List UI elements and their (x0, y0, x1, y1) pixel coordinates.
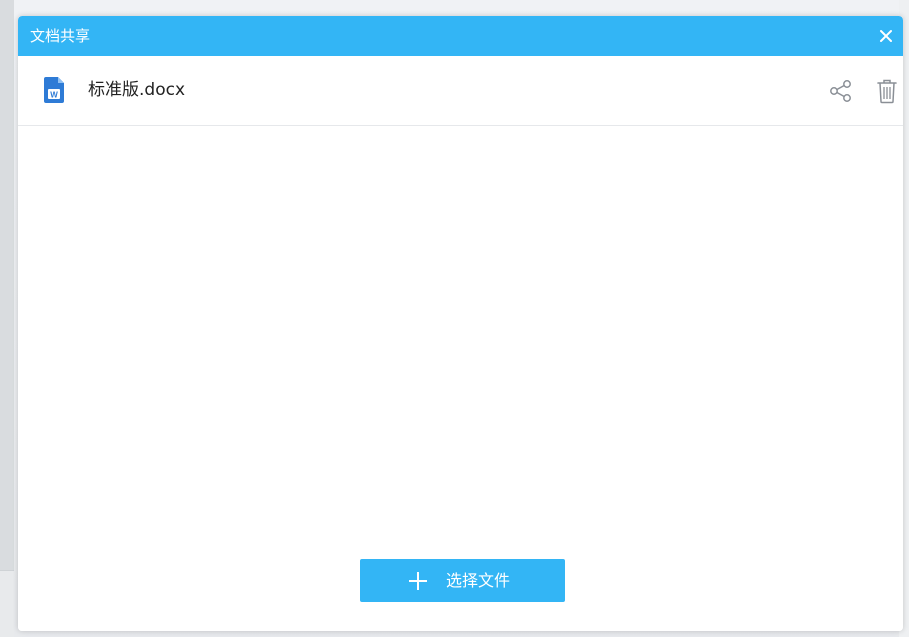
close-button[interactable] (875, 25, 897, 47)
file-name: 标准版.docx (88, 80, 186, 100)
word-badge-letter: W (50, 91, 58, 100)
backdrop-left-panel (0, 0, 14, 637)
plus-icon (409, 572, 427, 590)
dialog-titlebar: 文档共享 (18, 16, 903, 56)
backdrop-left-strip (0, 570, 14, 637)
select-file-label: 选择文件 (446, 571, 511, 590)
select-file-button[interactable]: 选择文件 (360, 559, 565, 602)
dialog-title: 文档共享 (30, 27, 91, 45)
close-icon (880, 30, 892, 42)
share-button[interactable] (829, 79, 853, 103)
word-document-icon: W (44, 77, 64, 103)
file-list-empty-area (18, 126, 903, 631)
share-icon (830, 80, 851, 102)
document-share-dialog: 文档共享 W 标准版.docx 选择文件 (18, 16, 903, 631)
file-list-item[interactable]: W 标准版.docx (18, 56, 903, 126)
trash-icon (877, 79, 897, 104)
delete-button[interactable] (876, 78, 898, 104)
